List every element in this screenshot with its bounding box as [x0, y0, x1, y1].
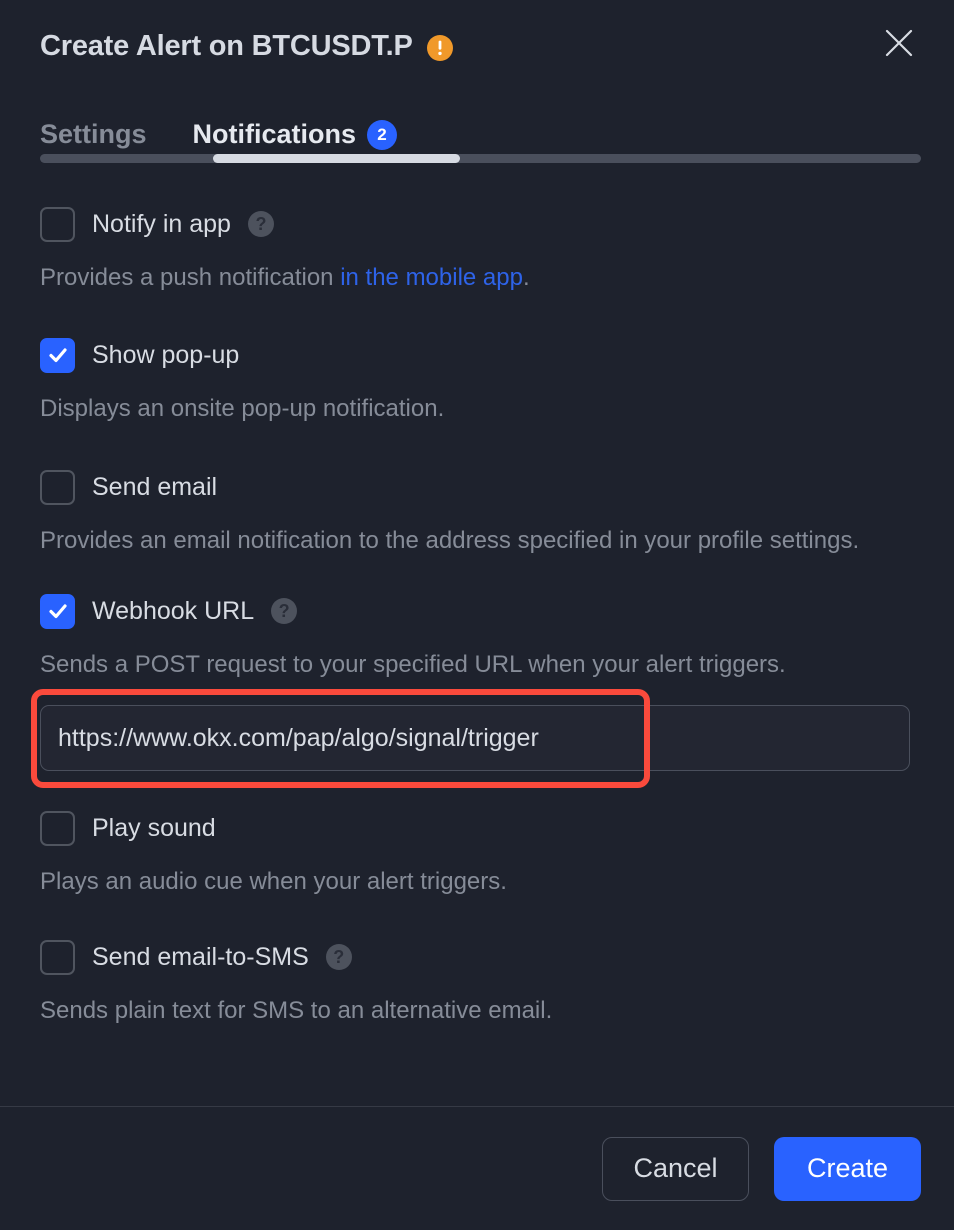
tab-bar: Settings Notifications 2 [0, 92, 954, 176]
checkbox-send-email-to-sms[interactable] [40, 939, 75, 975]
option-webhook-url-row[interactable]: Webhook URL ? [40, 587, 914, 635]
label-show-popup: Show pop-up [92, 340, 240, 369]
desc-notify-in-app-tail: . [522, 264, 530, 291]
label-send-email-to-sms: Send email-to-SMS [92, 942, 309, 971]
option-send-email: Send email Provides an email notificatio… [40, 463, 914, 559]
desc-show-popup: Displays an onsite pop-up notification. [40, 395, 445, 422]
create-button[interactable]: Create [774, 1136, 921, 1201]
help-icon-notify-in-app[interactable]: ? [247, 211, 274, 237]
option-play-sound-row[interactable]: Play sound [40, 804, 914, 852]
option-notify-in-app: Notify in app ? Provides a push notifica… [40, 200, 914, 296]
warning-exclamation-icon [426, 34, 453, 61]
tab-track [40, 154, 921, 163]
label-notify-in-app: Notify in app [92, 209, 231, 238]
label-send-email: Send email [92, 472, 218, 501]
desc-webhook-url: Sends a POST request to your specified U… [40, 651, 786, 678]
tab-notifications-badge: 2 [367, 119, 398, 150]
desc-play-sound: Plays an audio cue when your alert trigg… [40, 868, 507, 895]
desc-send-email: Provides an email notification to the ad… [40, 527, 860, 554]
page-title: Create Alert on BTCUSDT.P [40, 29, 413, 62]
tab-settings-label: Settings [40, 119, 147, 149]
tab-notifications[interactable]: Notifications 2 [193, 119, 398, 154]
help-icon-webhook-url[interactable]: ? [271, 598, 298, 624]
dialog-header: Create Alert on BTCUSDT.P [0, 0, 954, 92]
checkbox-webhook-url[interactable] [40, 593, 75, 629]
desc-send-email-to-sms: Sends plain text for SMS to an alternati… [40, 997, 553, 1024]
checkbox-play-sound[interactable] [40, 810, 75, 846]
desc-notify-in-app: Provides a push notification in the mobi… [40, 260, 914, 296]
create-alert-dialog: Create Alert on BTCUSDT.P Settings Notif… [0, 0, 954, 1230]
checkbox-notify-in-app[interactable] [40, 206, 75, 242]
webhook-url-row [31, 689, 914, 788]
cancel-button[interactable]: Cancel [602, 1136, 749, 1201]
option-notify-in-app-row[interactable]: Notify in app ? [40, 200, 914, 248]
tab-settings[interactable]: Settings [40, 119, 147, 154]
mobile-app-link[interactable]: in the mobile app [340, 264, 523, 291]
checkbox-send-email[interactable] [40, 469, 75, 505]
tab-notifications-label: Notifications [192, 119, 357, 149]
checkbox-show-popup[interactable] [40, 337, 75, 373]
tab-active-indicator [213, 154, 460, 163]
option-webhook-url: Webhook URL ? Sends a POST request to yo… [31, 587, 914, 788]
close-button[interactable] [872, 16, 926, 70]
title-wrap: Create Alert on BTCUSDT.P [40, 30, 453, 63]
option-send-email-to-sms-row[interactable]: Send email-to-SMS ? [40, 933, 914, 981]
option-play-sound: Play sound Plays an audio cue when your … [40, 804, 914, 900]
option-show-popup: Show pop-up Displays an onsite pop-up no… [40, 331, 914, 427]
dialog-footer: Cancel Create [0, 1106, 954, 1230]
label-play-sound: Play sound [92, 813, 216, 842]
help-icon-send-email-to-sms[interactable]: ? [325, 944, 352, 970]
option-send-email-row[interactable]: Send email [40, 463, 914, 511]
option-show-popup-row[interactable]: Show pop-up [40, 331, 914, 379]
option-send-email-to-sms: Send email-to-SMS ? Sends plain text for… [40, 933, 914, 1029]
desc-notify-in-app-text: Provides a push notification [40, 264, 341, 291]
label-webhook-url: Webhook URL [92, 596, 255, 625]
notifications-options-list: Notify in app ? Provides a push notifica… [0, 176, 954, 1106]
close-icon [884, 28, 914, 58]
webhook-url-input[interactable] [40, 705, 910, 771]
